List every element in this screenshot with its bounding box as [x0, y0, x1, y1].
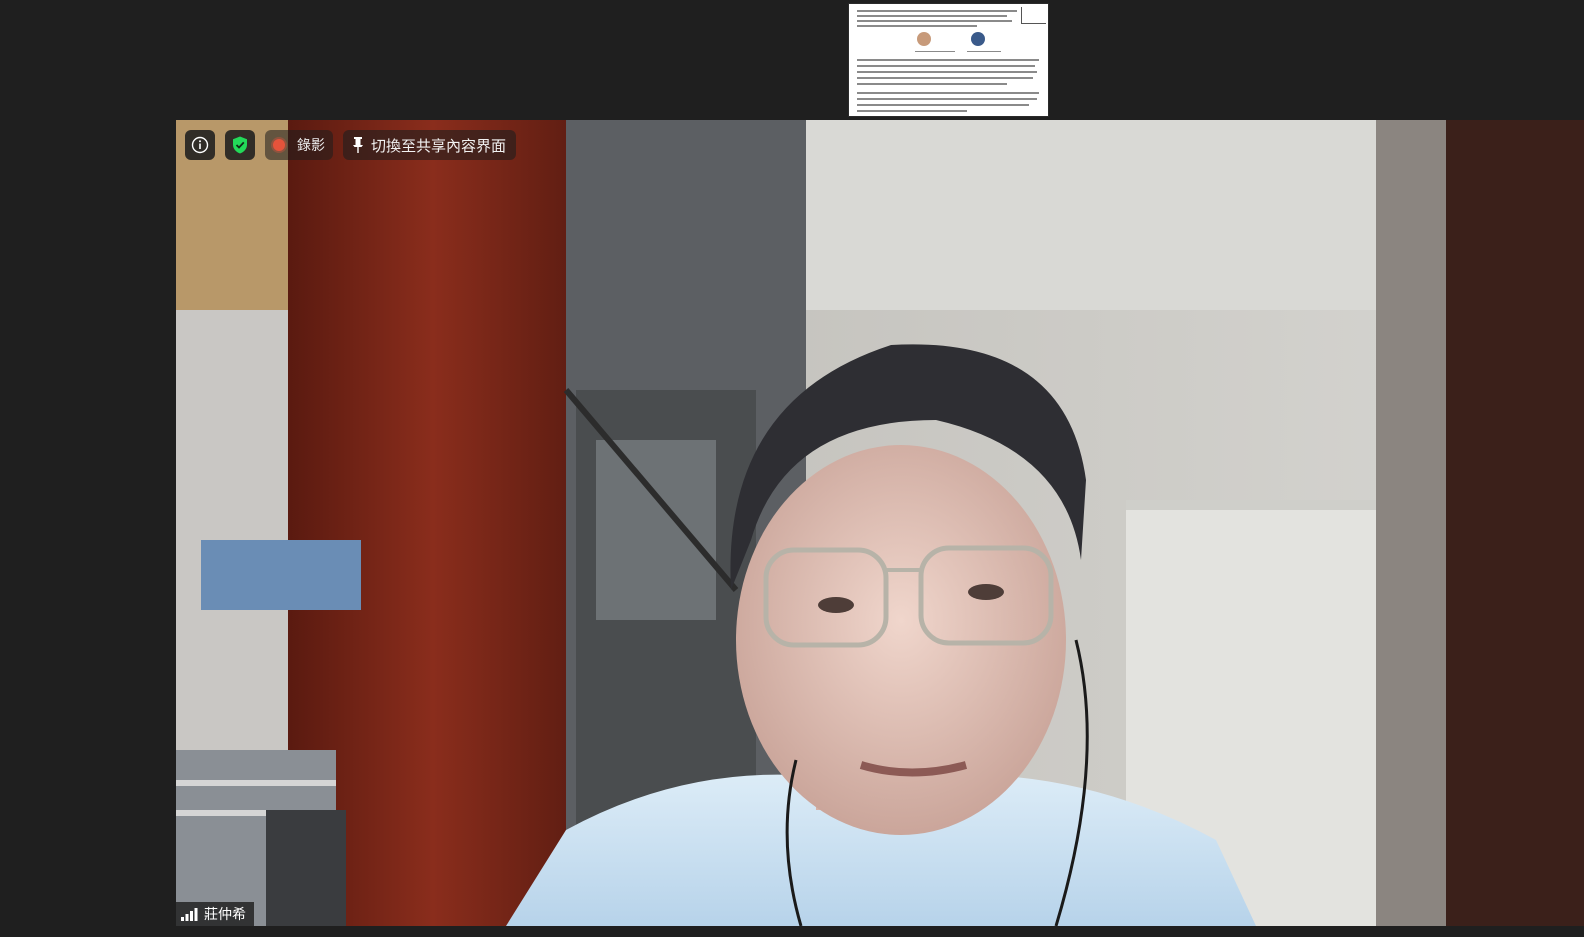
thumbnail-corner-mark — [1021, 7, 1046, 24]
security-button[interactable] — [225, 130, 255, 160]
thumbnail-text-line — [857, 71, 1037, 73]
participant-name-tag: 莊仲希 — [176, 902, 254, 926]
shield-check-icon — [233, 136, 247, 154]
thumbnail-avatar — [917, 32, 931, 46]
thumbnail-text-line — [857, 104, 1029, 106]
thumbnail-text-line — [915, 51, 955, 52]
thumbnail-text-line — [857, 92, 1039, 94]
switch-to-shared-content-button[interactable]: 切換至共享內容界面 — [343, 130, 517, 160]
recording-indicator[interactable]: 錄影 — [265, 130, 333, 160]
thumbnail-text-line — [967, 51, 1001, 52]
pin-icon — [353, 137, 363, 153]
info-icon — [191, 136, 209, 154]
thumbnail-text-line — [857, 59, 1039, 61]
thumbnail-text-line — [857, 98, 1037, 100]
thumbnail-text-line — [857, 15, 1007, 17]
video-frame — [176, 120, 1584, 926]
thumbnail-text-line — [857, 110, 967, 112]
thumbnail-text-line — [857, 10, 1017, 12]
signal-bars-icon — [181, 908, 198, 921]
thumbnail-text-line — [857, 25, 977, 27]
recording-label: 錄影 — [297, 138, 325, 154]
thumbnail-text-line — [857, 83, 1007, 85]
thumbnail-text-line — [857, 77, 1033, 79]
shared-screen-thumbnail[interactable] — [849, 4, 1048, 116]
thumbnail-text-line — [857, 20, 1012, 22]
video-toolbar: 錄影 切換至共享內容界面 — [185, 130, 517, 160]
participant-video[interactable] — [176, 120, 1584, 926]
recording-dot-icon — [273, 139, 285, 151]
participant-name: 莊仲希 — [204, 907, 246, 923]
thumbnail-text-line — [857, 65, 1035, 67]
meeting-window: 錄影 切換至共享內容界面 莊仲希 — [0, 0, 1584, 937]
switch-label: 切換至共享內容界面 — [371, 136, 507, 155]
thumbnail-avatar — [971, 32, 985, 46]
meeting-info-button[interactable] — [185, 130, 215, 160]
